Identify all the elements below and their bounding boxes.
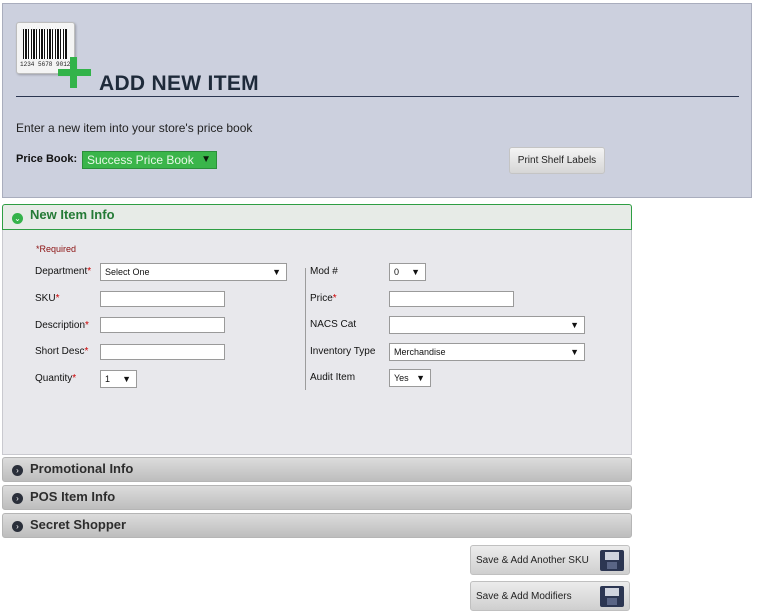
short-desc-label: Short Desc* bbox=[35, 346, 89, 357]
audit-item-label: Audit Item bbox=[310, 372, 356, 383]
quantity-value: 1 bbox=[105, 374, 111, 384]
price-input[interactable] bbox=[389, 291, 514, 307]
price-book-value: Success Price Book bbox=[87, 153, 194, 167]
section-pos-item-info-label: POS Item Info bbox=[30, 489, 116, 504]
column-divider bbox=[305, 268, 306, 390]
inventory-type-value: Merchandise bbox=[394, 347, 446, 357]
inventory-type-select[interactable]: Merchandise ▼ bbox=[389, 343, 585, 361]
quantity-select[interactable]: 1 ▼ bbox=[100, 370, 137, 388]
short-desc-input[interactable] bbox=[100, 344, 225, 360]
save-add-another-sku-button[interactable]: Save & Add Another SKU bbox=[470, 545, 630, 575]
audit-item-select[interactable]: Yes ▼ bbox=[389, 369, 431, 387]
page-subtitle: Enter a new item into your store's price… bbox=[16, 121, 253, 135]
description-input[interactable] bbox=[100, 317, 225, 333]
title-divider bbox=[16, 96, 739, 97]
print-shelf-labels-button[interactable]: Print Shelf Labels bbox=[509, 147, 605, 174]
chevron-down-icon: ▼ bbox=[570, 347, 579, 357]
chevron-down-icon: ▼ bbox=[272, 267, 281, 277]
sku-label: SKU* bbox=[35, 293, 60, 304]
chevron-down-icon: ▼ bbox=[201, 154, 211, 165]
price-book-label: Price Book: bbox=[16, 153, 78, 165]
section-new-item-info-label: New Item Info bbox=[30, 207, 115, 222]
department-select[interactable]: Select One ▼ bbox=[100, 263, 287, 281]
section-promotional-info[interactable]: › Promotional Info bbox=[2, 457, 632, 482]
section-secret-shopper-label: Secret Shopper bbox=[30, 517, 127, 532]
department-value: Select One bbox=[105, 267, 150, 277]
department-label: Department* bbox=[35, 266, 92, 277]
arrow-right-icon: › bbox=[12, 493, 23, 504]
section-promotional-info-label: Promotional Info bbox=[30, 461, 134, 476]
barcode-number: 1234 5678 9012 bbox=[20, 61, 71, 68]
save-add-another-sku-label: Save & Add Another SKU bbox=[476, 555, 589, 566]
save-add-modifiers-button[interactable]: Save & Add Modifiers bbox=[470, 581, 630, 611]
barcode-icon: 1234 5678 9012 bbox=[16, 22, 75, 74]
nacs-cat-label: NACS Cat bbox=[310, 319, 357, 330]
barcode-bars bbox=[23, 29, 67, 59]
section-secret-shopper[interactable]: › Secret Shopper bbox=[2, 513, 632, 538]
plus-icon-bar bbox=[58, 69, 91, 76]
chevron-down-icon: ▼ bbox=[411, 267, 420, 277]
chevron-down-icon: ▼ bbox=[122, 374, 131, 384]
section-new-item-info-header[interactable]: ⌄ New Item Info bbox=[2, 204, 632, 230]
inventory-type-label: Inventory Type bbox=[310, 346, 376, 357]
mod-label: Mod # bbox=[310, 266, 338, 277]
nacs-cat-select[interactable]: ▼ bbox=[389, 316, 585, 334]
price-book-select[interactable]: Success Price Book ▼ bbox=[82, 151, 217, 169]
floppy-disk-icon bbox=[600, 550, 624, 571]
section-pos-item-info[interactable]: › POS Item Info bbox=[2, 485, 632, 510]
price-label: Price* bbox=[310, 293, 337, 304]
description-label: Description* bbox=[35, 320, 89, 331]
audit-item-value: Yes bbox=[394, 373, 409, 383]
mod-value: 0 bbox=[394, 267, 400, 277]
quantity-label: Quantity* bbox=[35, 373, 77, 384]
sku-input[interactable] bbox=[100, 291, 225, 307]
arrow-right-icon: › bbox=[12, 465, 23, 476]
floppy-disk-icon bbox=[600, 586, 624, 607]
arrow-right-icon: › bbox=[12, 521, 23, 532]
expanded-icon: ⌄ bbox=[12, 213, 23, 224]
required-note: *Required bbox=[36, 244, 77, 254]
mod-select[interactable]: 0 ▼ bbox=[389, 263, 426, 281]
save-add-modifiers-label: Save & Add Modifiers bbox=[476, 591, 572, 602]
chevron-down-icon: ▼ bbox=[570, 320, 579, 330]
chevron-down-icon: ▼ bbox=[416, 373, 425, 383]
page-title: ADD NEW ITEM bbox=[99, 72, 259, 95]
